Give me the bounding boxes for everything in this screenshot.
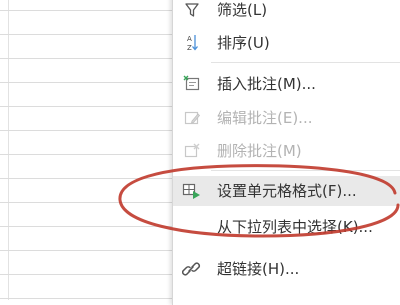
grid-row-line <box>0 178 172 179</box>
grid-row-line <box>0 154 172 155</box>
grid-row-line <box>0 202 172 203</box>
svg-text:A: A <box>187 35 192 43</box>
menu-item-sort[interactable]: A Z 排序(U) <box>173 28 400 58</box>
grid-row-line <box>0 250 172 251</box>
spreadsheet-grid[interactable] <box>0 0 172 300</box>
grid-row-line <box>0 34 172 35</box>
menu-item-delete-comment[interactable]: 删除批注(M) <box>173 136 400 166</box>
grid-row-line <box>0 10 172 11</box>
menu-separator <box>211 62 400 63</box>
hyperlink-icon <box>182 260 202 278</box>
sort-az-icon: A Z <box>182 34 202 52</box>
menu-item-label: 插入批注(M)... <box>217 75 316 93</box>
menu-item-label: 删除批注(M) <box>217 142 302 160</box>
menu-item-label: 超链接(H)... <box>217 260 300 278</box>
menu-separator <box>211 170 400 171</box>
delete-comment-icon <box>182 142 202 160</box>
menu-item-edit-comment[interactable]: 编辑批注(E)... <box>173 103 400 133</box>
funnel-icon <box>182 1 202 19</box>
menu-item-pick-from-list[interactable]: 从下拉列表中选择(K)... <box>173 212 400 242</box>
grid-row-line <box>0 274 172 275</box>
grid-row-line <box>0 106 172 107</box>
menu-item-label: 从下拉列表中选择(K)... <box>217 218 373 236</box>
menu-item-hyperlink[interactable]: 超链接(H)... <box>173 254 400 284</box>
menu-item-label: 编辑批注(E)... <box>217 109 313 127</box>
insert-comment-icon <box>182 75 202 93</box>
grid-row-line <box>0 298 172 299</box>
format-cells-icon <box>182 182 202 200</box>
edit-comment-icon <box>182 109 202 127</box>
grid-row-line <box>0 130 172 131</box>
grid-row-line <box>0 82 172 83</box>
context-menu: 筛选(L) A Z 排序(U) 插入批注(M)... 编辑批注(E)... 删除… <box>172 0 400 305</box>
menu-item-label: 排序(U) <box>217 34 270 52</box>
menu-item-insert-comment[interactable]: 插入批注(M)... <box>173 69 400 99</box>
menu-item-filter[interactable]: 筛选(L) <box>173 0 400 25</box>
menu-item-label: 设置单元格格式(F)... <box>217 182 357 200</box>
grid-column-line <box>8 0 9 300</box>
menu-item-format-cells[interactable]: 设置单元格格式(F)... <box>173 176 400 206</box>
svg-text:Z: Z <box>187 44 192 52</box>
menu-item-label: 筛选(L) <box>217 1 268 19</box>
grid-row-line <box>0 226 172 227</box>
grid-row-line <box>0 58 172 59</box>
